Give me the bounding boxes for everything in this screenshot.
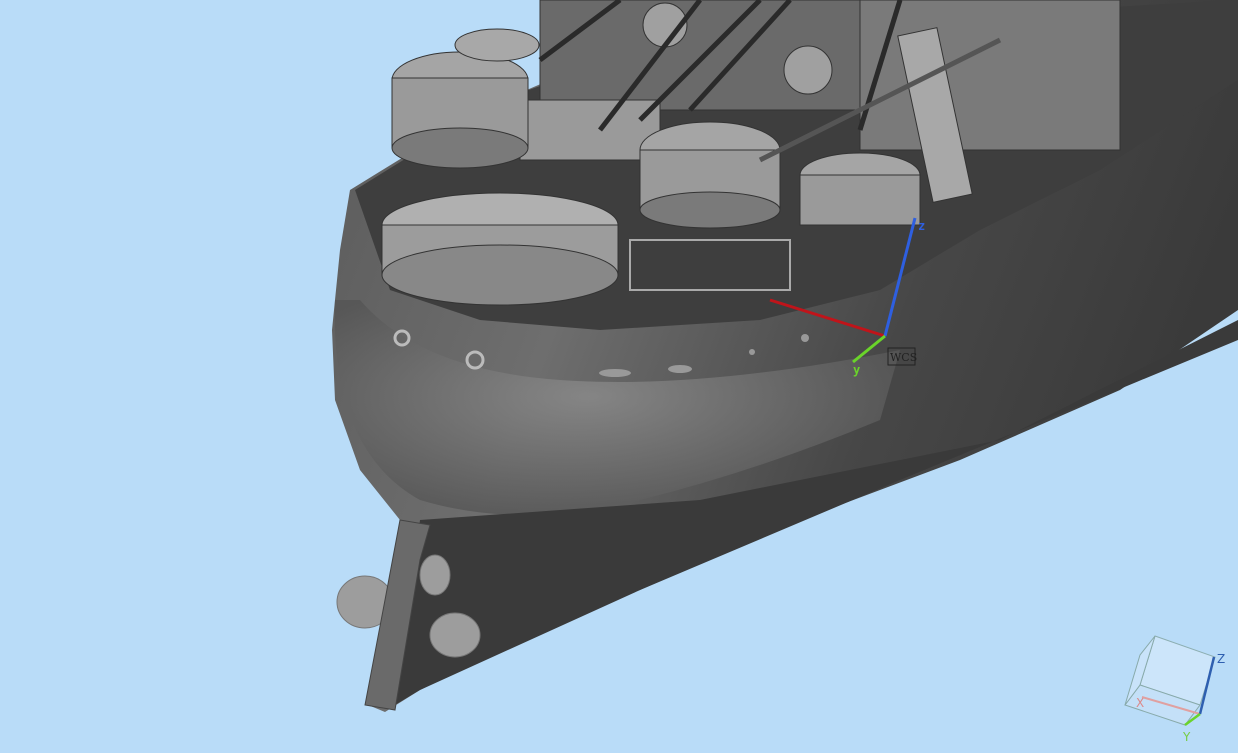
view-cube-x-label: X	[1136, 696, 1144, 710]
ship-model	[332, 0, 1238, 712]
view-cube[interactable]: X Z Y	[1124, 635, 1225, 744]
wcs-label: WCS	[890, 351, 917, 364]
wcs-y-label: y	[853, 363, 860, 377]
3d-viewport[interactable]: z y WCS X Z Y	[0, 0, 1238, 753]
wcs-z-label: z	[918, 219, 925, 233]
view-cube-y-label: Y	[1182, 730, 1191, 744]
view-cube-z-label: Z	[1217, 652, 1225, 666]
